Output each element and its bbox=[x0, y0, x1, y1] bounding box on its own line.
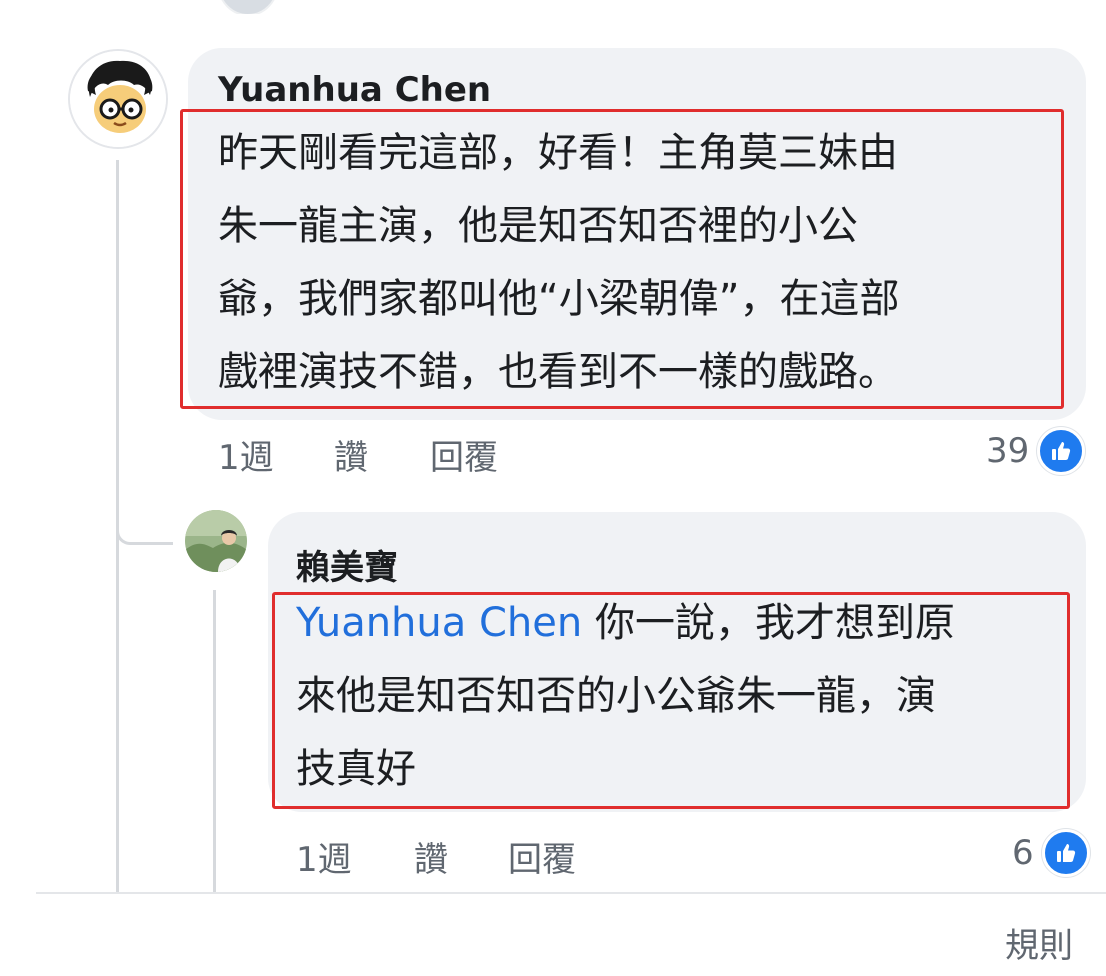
comment-author[interactable]: Yuanhua Chen bbox=[218, 70, 491, 110]
reply-button[interactable]: 回覆 bbox=[508, 832, 576, 881]
thumbs-up-icon bbox=[1041, 829, 1090, 877]
reply-text-line: 來他是知否知否的小公爺朱一龍，演 bbox=[296, 673, 936, 719]
reaction-summary[interactable]: 6 bbox=[1012, 829, 1090, 877]
reply-author[interactable]: 賴美寶 bbox=[296, 540, 398, 589]
reply-text: Yuanhua Chen 你一說，我才想到原 來他是知否知否的小公爺朱一龍，演 … bbox=[296, 587, 955, 806]
divider bbox=[36, 892, 1106, 894]
thread-line bbox=[213, 590, 216, 892]
cartoon-avatar-icon bbox=[70, 51, 166, 147]
reply-text-line: 技真好 bbox=[296, 746, 416, 792]
like-button[interactable]: 讚 bbox=[414, 832, 448, 881]
like-button[interactable]: 讚 bbox=[334, 430, 368, 479]
avatar-yuanhua-chen[interactable] bbox=[68, 49, 168, 149]
avatar-reply-user[interactable] bbox=[185, 510, 247, 572]
photo-avatar-icon bbox=[185, 510, 247, 572]
comment-text-line: 朱一龍主演，他是知否知否裡的小公 bbox=[218, 203, 858, 249]
reply-text-span: 你一說，我才想到原 bbox=[582, 600, 955, 646]
reaction-summary[interactable]: 39 bbox=[986, 427, 1086, 475]
previous-comment-row-cutoff bbox=[0, 0, 1106, 14]
rules-link[interactable]: 規則 bbox=[1005, 918, 1073, 967]
comment-text-line: 爺，我們家都叫他“小梁朝偉”，在這部 bbox=[218, 276, 900, 322]
comment-text-line: 戲裡演技不錯，也看到不一樣的戲路。 bbox=[218, 349, 898, 395]
reply-timestamp[interactable]: 1週 bbox=[296, 832, 352, 881]
mention-link[interactable]: Yuanhua Chen bbox=[296, 600, 582, 646]
reply-text-line: Yuanhua Chen 你一說，我才想到原 bbox=[296, 587, 955, 660]
thread-connector bbox=[116, 500, 173, 545]
reaction-count: 39 bbox=[986, 431, 1030, 471]
thumbs-up-icon bbox=[1037, 427, 1086, 475]
comment-text: 昨天剛看完這部，好看！主角莫三妹由 朱一龍主演，他是知否知否裡的小公 爺，我們家… bbox=[218, 117, 899, 409]
avatar bbox=[218, 0, 278, 14]
reply-button[interactable]: 回覆 bbox=[430, 430, 498, 479]
reaction-count: 6 bbox=[1012, 833, 1034, 873]
comment-timestamp[interactable]: 1週 bbox=[218, 430, 274, 479]
comment-text-line: 昨天剛看完這部，好看！主角莫三妹由 bbox=[218, 130, 898, 176]
